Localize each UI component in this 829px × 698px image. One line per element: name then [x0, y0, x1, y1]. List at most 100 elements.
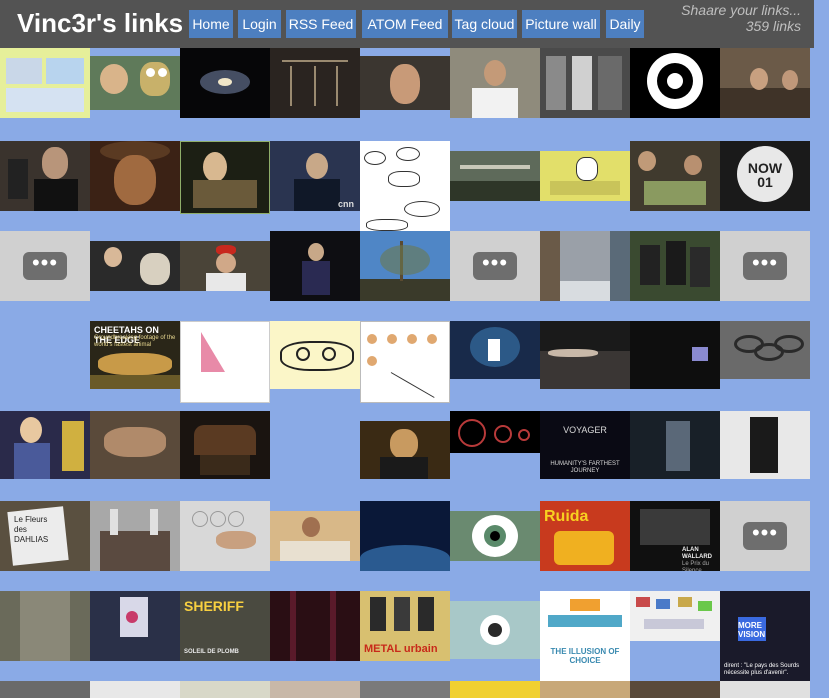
thumb-caption: VOYAGER [563, 425, 607, 435]
thumbnail-link[interactable] [180, 48, 270, 118]
thumbnail-link[interactable] [360, 681, 450, 698]
thumbnail-link[interactable] [720, 48, 810, 118]
thumbnail-link[interactable] [90, 141, 180, 211]
thumbnail-link[interactable] [540, 151, 630, 201]
thumbnail-link[interactable]: ••• [720, 231, 810, 301]
thumb-caption: THE ILLUSION OF CHOICE [550, 647, 620, 665]
thumbnail-link[interactable] [630, 591, 720, 641]
thumb-caption: Le Fleurs des DAHLIAS [14, 515, 49, 544]
more-icon: ••• [473, 252, 517, 280]
thumbnail-link[interactable]: NOW 01 [720, 141, 810, 211]
thumbnail-link[interactable] [90, 241, 180, 291]
thumbnail-link[interactable]: ALAN WALLARD Le Prix du Silence [630, 501, 720, 571]
thumbnail-link[interactable] [720, 411, 810, 479]
thumbnail-link[interactable] [0, 591, 90, 661]
thumbnail-link[interactable] [450, 601, 540, 659]
thumbnail-link[interactable] [450, 151, 540, 201]
thumbnail-link[interactable]: SHERIFF SOLEIL DE PLOMB [180, 591, 270, 661]
thumbnail-link[interactable] [630, 141, 720, 211]
thumb-subcaption: SOLEIL DE PLOMB [184, 649, 239, 655]
thumbnail-link[interactable] [270, 231, 360, 301]
thumbnail-link[interactable] [450, 48, 540, 118]
nav-picture-wall[interactable]: Picture wall [522, 10, 600, 38]
thumb-subcaption: dirent : "Le pays des Sourds nécessite p… [724, 663, 800, 676]
thumb-subcaption: HUMANITY'S FARTHEST JOURNEY [550, 461, 620, 474]
nav-tag-cloud[interactable]: Tag cloud [452, 10, 517, 38]
thumbnail-link[interactable] [630, 231, 720, 301]
tagline-text: Shaare your links... [681, 2, 801, 18]
thumbnail-link[interactable]: MORE VISION dirent : "Le pays des Sourds… [720, 591, 810, 681]
thumbnail-link[interactable]: CHEETAHS ON THE EDGE Groundbreaking foot… [90, 321, 180, 389]
thumbnail-link[interactable]: ••• [450, 231, 540, 301]
thumbnail-link[interactable] [270, 681, 360, 698]
thumb-subcaption: Groundbreaking footage of the world's fa… [94, 335, 176, 348]
more-icon: ••• [743, 252, 787, 280]
nav-login[interactable]: Login [238, 10, 281, 38]
thumb-caption: ALAN WALLARD [682, 547, 712, 560]
thumbnail-link[interactable]: cnn [270, 141, 360, 211]
thumbnail-link[interactable] [270, 511, 360, 561]
thumbnail-link[interactable] [90, 591, 180, 661]
thumbnail-link[interactable] [450, 681, 540, 698]
link-count: 359 links [745, 18, 801, 34]
thumbnail-link[interactable] [540, 48, 630, 118]
thumbnail-link[interactable] [0, 681, 90, 698]
thumb-caption: MORE VISION [738, 621, 766, 639]
thumbnail-link[interactable] [360, 56, 450, 110]
more-icon: ••• [23, 252, 67, 280]
thumbnail-link[interactable]: ••• [0, 231, 90, 301]
thumbnail-link[interactable] [630, 321, 720, 389]
thumbnail-link[interactable] [90, 56, 180, 110]
thumb-subcaption: Le Prix du Silence [682, 561, 710, 571]
thumbnail-link[interactable] [720, 681, 810, 698]
thumbnail-link[interactable] [450, 321, 540, 379]
thumbnail-link[interactable] [270, 48, 360, 118]
thumb-caption: NOW 01 [747, 160, 783, 190]
thumbnail-link[interactable] [450, 511, 540, 561]
site-title[interactable]: Vinc3r's links [17, 8, 183, 39]
nav-home[interactable]: Home [189, 10, 233, 38]
thumbnail-link[interactable]: METAL urbain [360, 591, 450, 661]
thumbnail-link[interactable] [360, 141, 450, 231]
thumbnail-link[interactable] [360, 321, 450, 403]
thumbnail-link[interactable] [630, 411, 720, 479]
thumbnail-link[interactable] [90, 501, 180, 571]
thumbnail-link[interactable] [450, 411, 540, 453]
thumbnail-link[interactable] [180, 411, 270, 479]
thumbnail-link[interactable] [180, 501, 270, 571]
thumbnail-link[interactable] [360, 231, 450, 301]
thumbnail-link[interactable] [630, 681, 720, 698]
thumbnail-link[interactable] [180, 141, 270, 214]
thumbnail-link[interactable] [0, 48, 90, 118]
thumbnail-link[interactable] [180, 321, 270, 403]
thumbnail-link[interactable] [270, 591, 360, 661]
thumbnail-link[interactable] [720, 321, 810, 379]
thumbnail-link[interactable] [180, 241, 270, 291]
nav-atom-feed[interactable]: ATOM Feed [362, 10, 448, 38]
thumbnail-link[interactable] [540, 321, 630, 389]
thumbnail-link[interactable]: THE ILLUSION OF CHOICE [540, 591, 630, 681]
thumbnail-link[interactable] [630, 48, 720, 118]
nav-daily[interactable]: Daily [606, 10, 644, 38]
thumbnail-link[interactable] [90, 681, 180, 698]
thumbnail-link[interactable] [90, 411, 180, 479]
thumbnail-link[interactable]: Ruida [540, 501, 630, 571]
thumbnail-link[interactable] [540, 231, 630, 301]
thumbnail-link[interactable]: ••• [720, 501, 810, 571]
thumbnail-link[interactable] [270, 321, 360, 389]
thumb-caption: SHERIFF [184, 598, 244, 614]
nav-rss-feed[interactable]: RSS Feed [286, 10, 356, 38]
thumbnail-link[interactable] [360, 421, 450, 479]
more-icon: ••• [743, 522, 787, 550]
picture-wall: cnn NOW 01 ••• ••• ••• CHEETAHS ON THE E… [0, 48, 814, 698]
thumbnail-link[interactable] [360, 501, 450, 571]
thumbnail-link[interactable]: Le Fleurs des DAHLIAS [0, 501, 90, 571]
thumbnail-link[interactable]: VOYAGER HUMANITY'S FARTHEST JOURNEY [540, 411, 630, 479]
thumbnail-link[interactable] [0, 411, 90, 479]
thumbnail-link[interactable] [0, 141, 90, 211]
thumbnail-link[interactable] [540, 681, 630, 698]
tagline: Shaare your links... 359 links [681, 2, 801, 34]
thumb-caption: cnn [338, 199, 355, 209]
thumb-caption: METAL urbain [364, 643, 438, 655]
thumbnail-link[interactable] [180, 681, 270, 698]
